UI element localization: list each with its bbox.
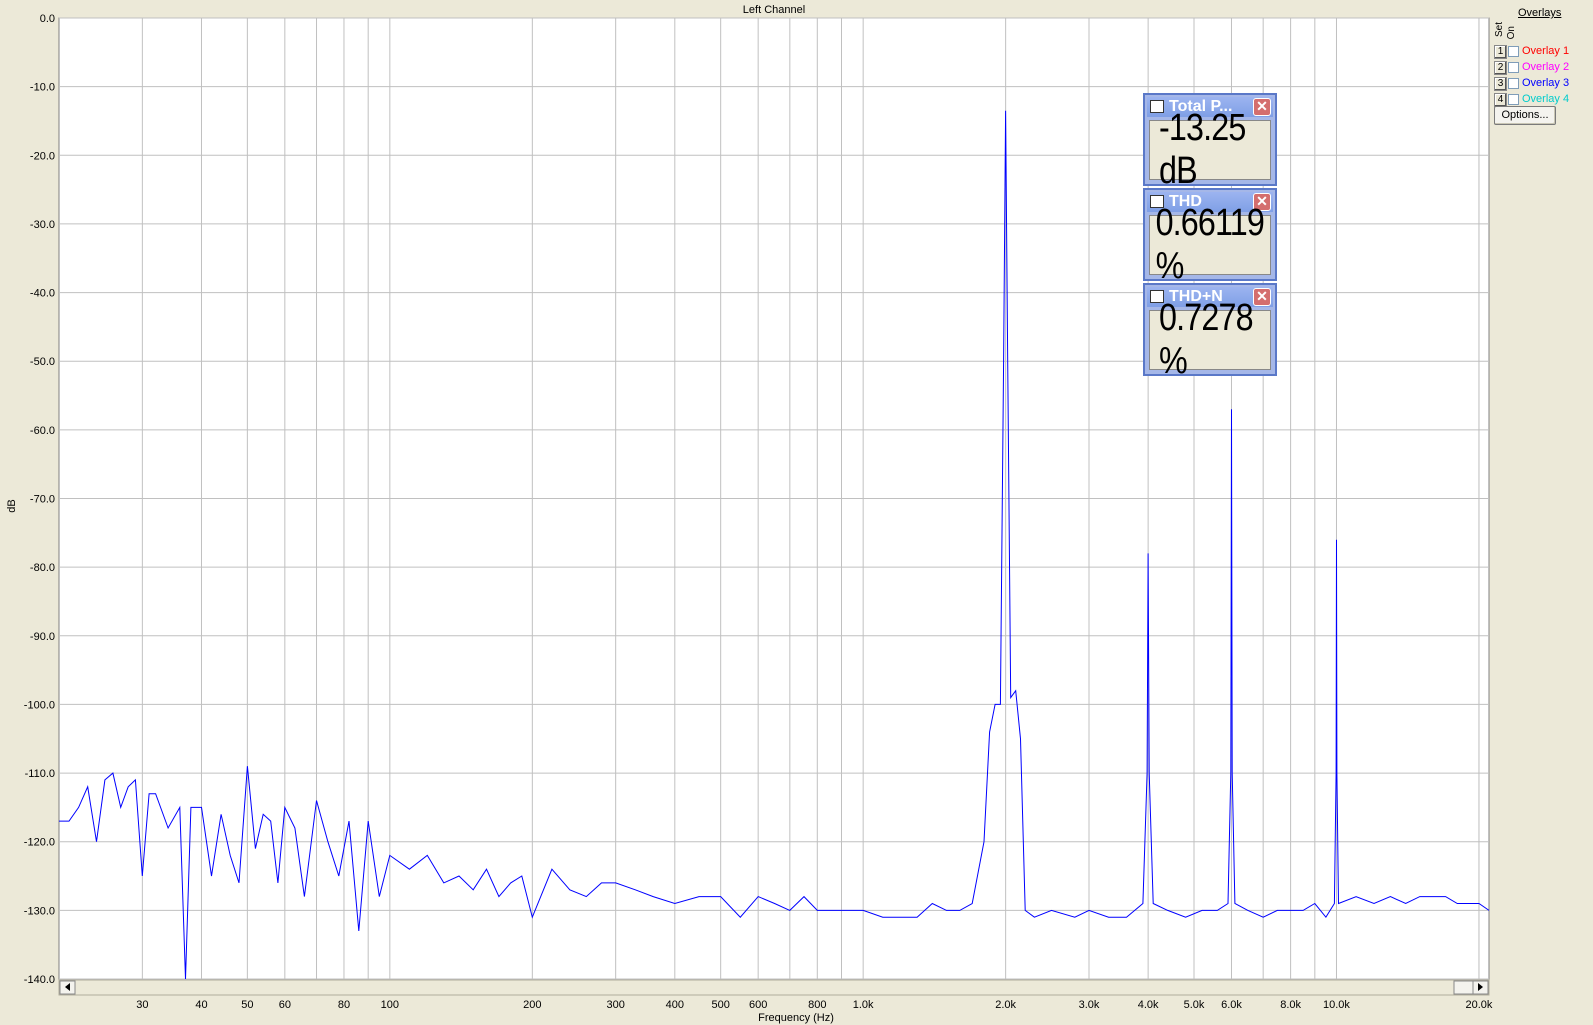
- y-tick-label: -30.0: [30, 219, 55, 231]
- overlay-set-button-3[interactable]: 3: [1494, 77, 1507, 91]
- x-tick-label: 40: [195, 999, 207, 1011]
- x-tick-label: 4.0k: [1138, 999, 1159, 1011]
- overlays-panel: Overlays Set On 1 Overlay 1 2 Overlay 2 …: [1492, 4, 1593, 144]
- x-tick-label: 2.0k: [995, 999, 1016, 1011]
- x-tick-label: 400: [666, 999, 684, 1011]
- x-tick-label: 30: [136, 999, 148, 1011]
- y-tick-label: -120.0: [24, 837, 55, 849]
- x-tick-label: 600: [749, 999, 767, 1011]
- x-tick-label: 500: [711, 999, 729, 1011]
- on-column-label: On: [1506, 26, 1517, 40]
- overlay-label-2: Overlay 2: [1522, 61, 1570, 73]
- overlay-set-button-1[interactable]: 1: [1494, 45, 1507, 59]
- y-tick-label: -60.0: [30, 425, 55, 437]
- y-tick-label: -100.0: [24, 699, 55, 711]
- x-tick-label: 10.0k: [1323, 999, 1350, 1011]
- overlay-checkbox-4[interactable]: [1508, 94, 1519, 105]
- chart-title: Left Channel: [743, 4, 805, 16]
- overlay-set-button-2[interactable]: 2: [1494, 61, 1507, 75]
- overlay-checkbox-3[interactable]: [1508, 78, 1519, 89]
- scroll-thumb[interactable]: [1453, 980, 1474, 995]
- x-axis-label: Frequency (Hz): [758, 1012, 834, 1024]
- x-tick-label: 800: [808, 999, 826, 1011]
- x-tick-label: 8.0k: [1280, 999, 1301, 1011]
- x-tick-label: 60: [279, 999, 291, 1011]
- horizontal-scrollbar[interactable]: [58, 979, 1490, 996]
- y-tick-label: -80.0: [30, 562, 55, 574]
- overlay-row-3: 3 Overlay 3: [1492, 76, 1592, 92]
- x-tick-label: 3.0k: [1079, 999, 1100, 1011]
- overlay-set-button-4[interactable]: 4: [1494, 93, 1507, 107]
- y-tick-label: -20.0: [30, 150, 55, 162]
- x-tick-label: 6.0k: [1221, 999, 1242, 1011]
- x-tick-label: 100: [381, 999, 399, 1011]
- overlay-row-2: 2 Overlay 2: [1492, 60, 1592, 76]
- overlay-label-3: Overlay 3: [1522, 77, 1570, 89]
- y-tick-label: 0.0: [40, 13, 55, 25]
- overlay-label-4: Overlay 4: [1522, 93, 1570, 105]
- y-axis-label: dB: [6, 499, 18, 512]
- overlay-row-1: 1 Overlay 1: [1492, 44, 1592, 60]
- meter-value: -13.25 dB: [1149, 107, 1271, 192]
- x-axis-ticks: 30 40 50 60 80 100 200 300 400 500 600 800 1.0k 2.0k 3…: [136, 999, 1493, 1011]
- x-tick-label: 5.0k: [1184, 999, 1205, 1011]
- x-tick-label: 20.0k: [1466, 999, 1493, 1011]
- x-tick-label: 80: [338, 999, 350, 1011]
- y-tick-label: -130.0: [24, 905, 55, 917]
- y-tick-label: -140.0: [24, 974, 55, 986]
- total-power-meter: Total P... ✕ -13.25 dB: [1143, 93, 1277, 192]
- overlay-checkbox-2[interactable]: [1508, 62, 1519, 73]
- meter-value: 0.66119 %: [1149, 202, 1271, 287]
- overlays-title: Overlays: [1518, 7, 1562, 19]
- set-column-label: Set: [1494, 22, 1505, 38]
- overlay-label-1: Overlay 1: [1522, 45, 1570, 57]
- y-tick-label: -110.0: [25, 768, 55, 780]
- y-tick-label: -70.0: [30, 494, 55, 506]
- x-tick-label: 1.0k: [853, 999, 874, 1011]
- x-tick-label: 200: [523, 999, 541, 1011]
- x-tick-label: 300: [606, 999, 624, 1011]
- thd-meter: THD ✕ 0.66119 %: [1143, 188, 1277, 287]
- y-tick-label: -90.0: [30, 631, 55, 643]
- y-tick-label: -10.0: [30, 82, 55, 94]
- spectrum-chart: 0.0 -10.0 -20.0 -30.0 -40.0 -50.0 -60.0 -70.0 -8…: [0, 0, 1593, 1025]
- meter-value: 0.7278 %: [1149, 297, 1271, 382]
- overlay-checkbox-1[interactable]: [1508, 46, 1519, 57]
- y-tick-label: -40.0: [30, 288, 55, 300]
- thd-n-meter: THD+N ✕ 0.7278 %: [1143, 283, 1277, 382]
- y-tick-label: -50.0: [30, 356, 55, 368]
- x-tick-label: 50: [241, 999, 253, 1011]
- options-button[interactable]: Options...: [1494, 106, 1556, 125]
